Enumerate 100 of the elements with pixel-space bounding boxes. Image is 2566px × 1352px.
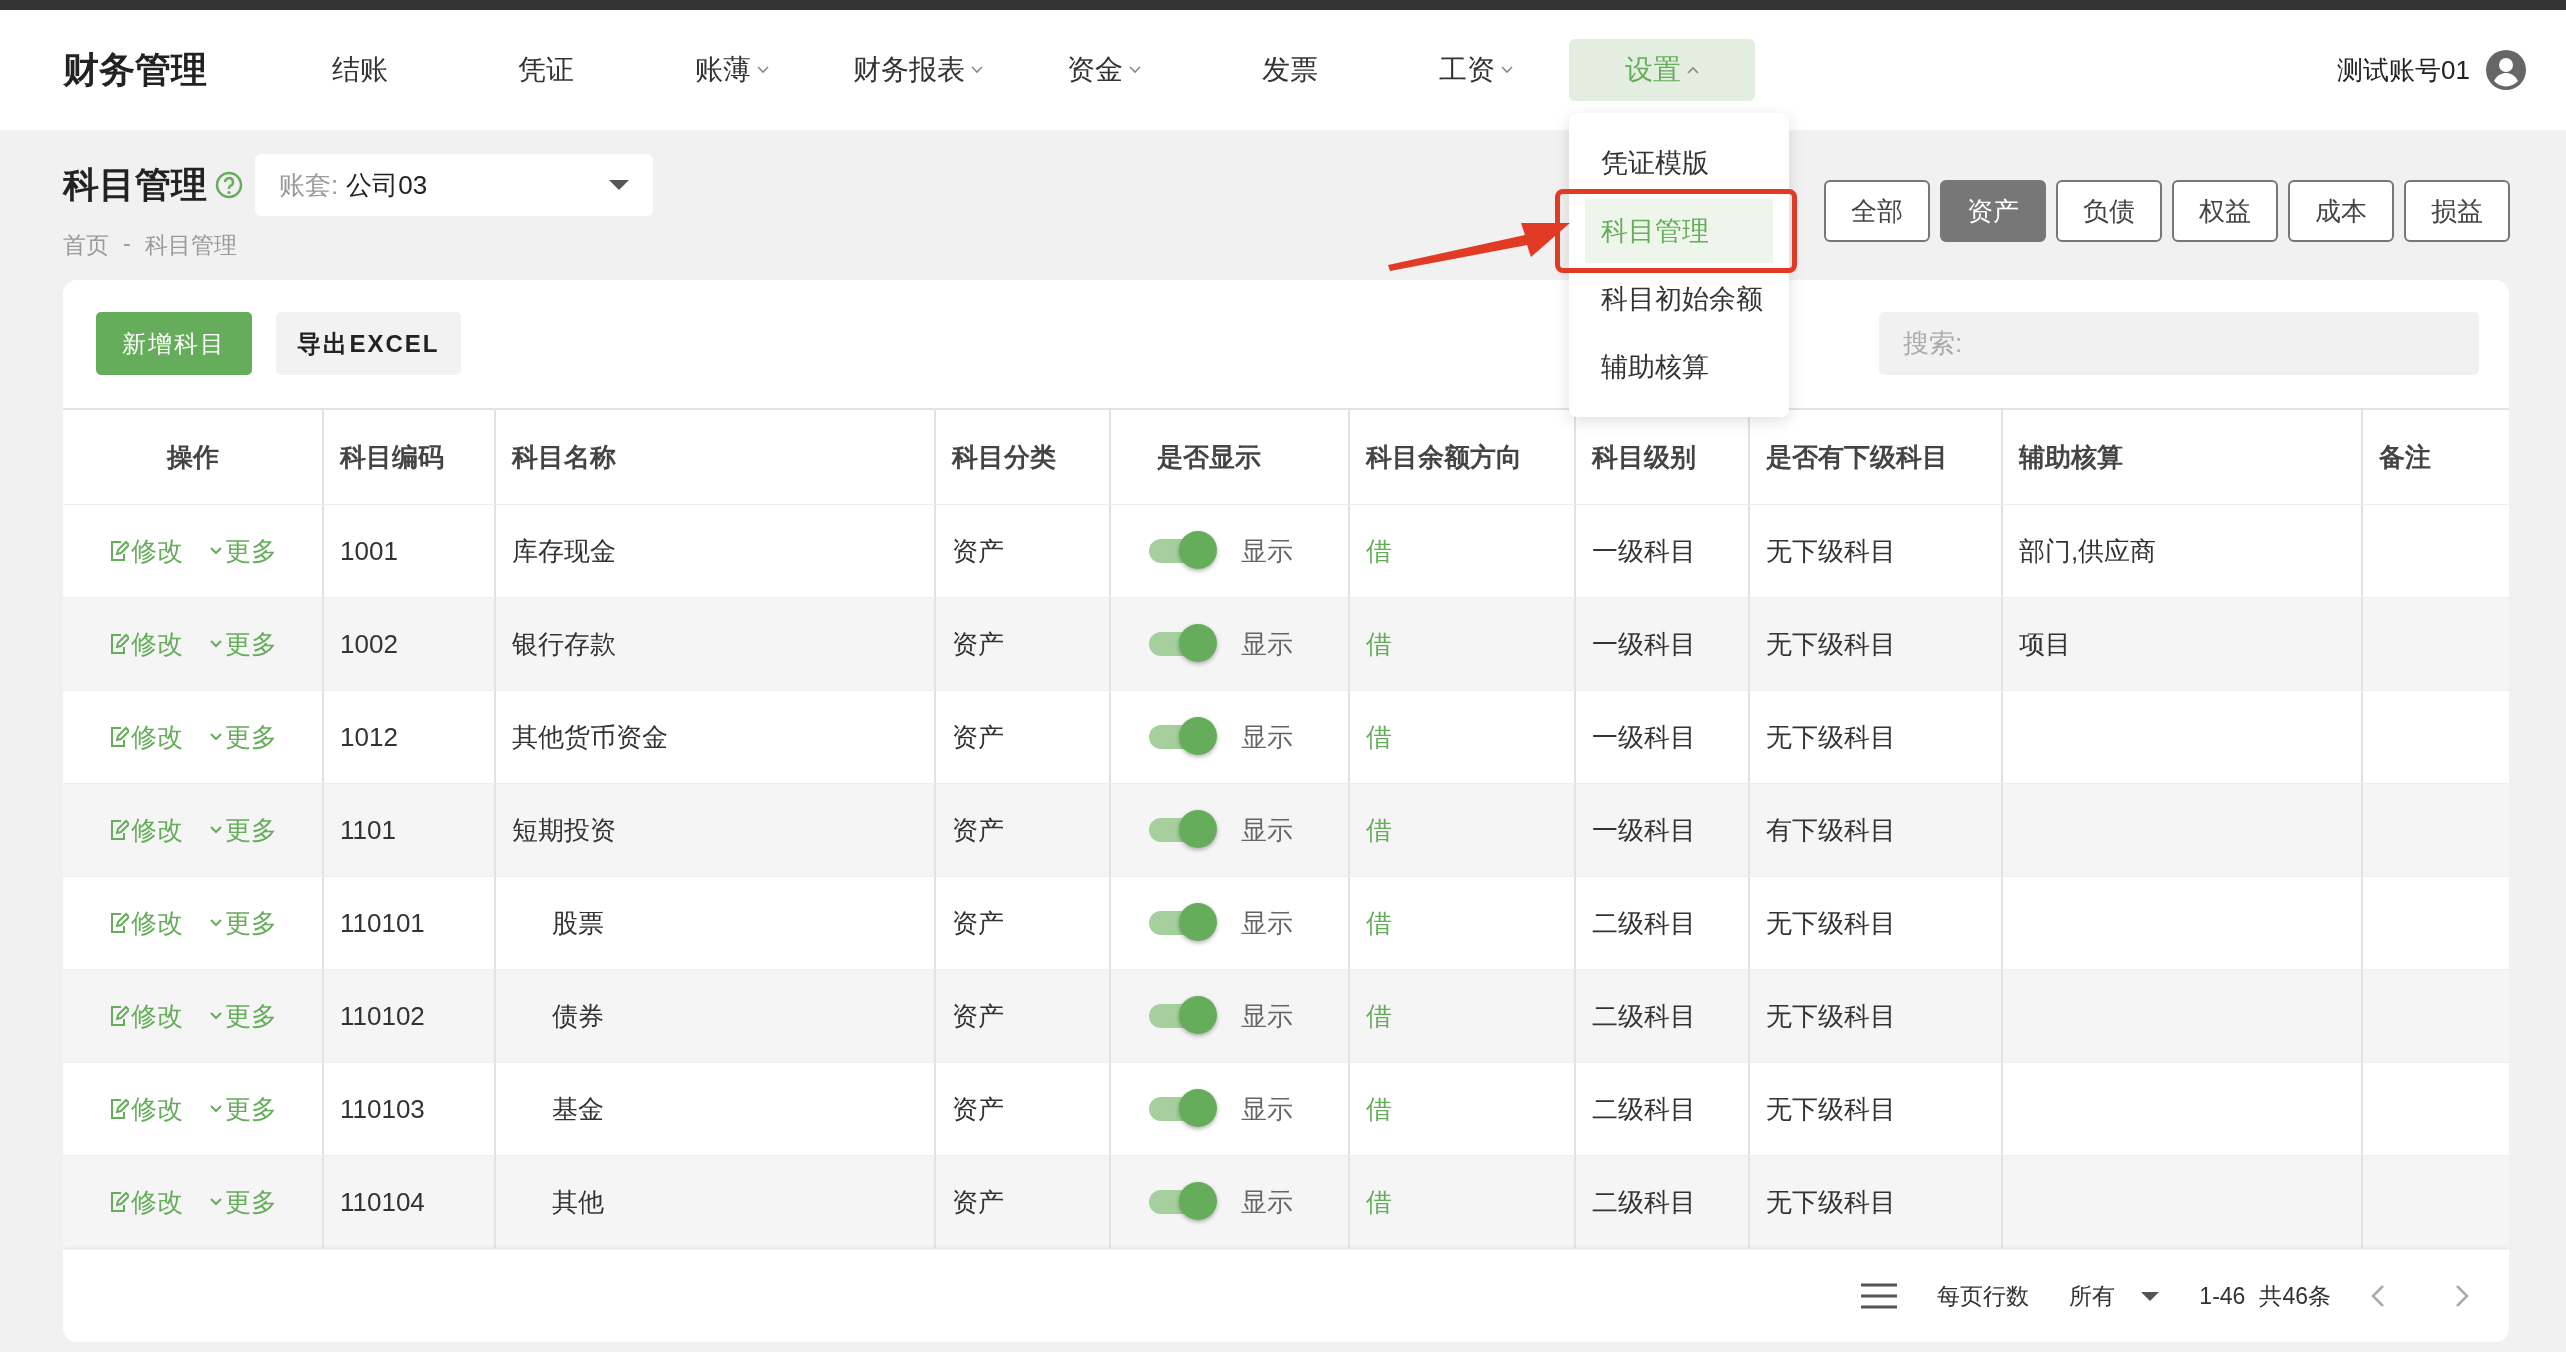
table-cell: 110103 xyxy=(340,1093,425,1125)
toggle-thumb[interactable] xyxy=(1179,1182,1217,1220)
table-cell-text: 借 xyxy=(1366,627,1392,661)
filter-button[interactable]: 全部 xyxy=(1824,180,1930,242)
table-cell-text: 股票 xyxy=(551,906,604,940)
nav-item[interactable]: 结账 xyxy=(267,39,453,101)
column-header: 辅助核算 xyxy=(2019,440,2123,474)
table-cell-text: 部门,供应商 xyxy=(2019,534,2157,568)
toggle-label: 显示 xyxy=(1241,813,1293,847)
table-cell-text: 无下级科目 xyxy=(1766,720,1896,754)
nav-item[interactable]: 发票 xyxy=(1197,39,1383,101)
column-header: 备注 xyxy=(2379,440,2431,474)
nav-item[interactable]: 账薄 xyxy=(639,39,825,101)
previous-page-icon[interactable] xyxy=(2371,1284,2385,1308)
toggle-label: 显示 xyxy=(1241,999,1293,1033)
column-header: 操作 xyxy=(166,440,219,474)
total-count: 共46条 xyxy=(2259,1281,2331,1311)
search-field[interactable]: 搜索: xyxy=(1879,312,2479,375)
edit-icon xyxy=(108,1005,129,1027)
filter-button[interactable]: 资产 xyxy=(1940,180,2046,242)
nav-item[interactable]: 资金 xyxy=(1011,39,1197,101)
table-cell-text: 无下级科目 xyxy=(1766,1092,1896,1126)
filter-button[interactable]: 损益 xyxy=(2404,180,2510,242)
toggle-label: 显示 xyxy=(1241,720,1293,754)
caret-icon xyxy=(2141,1291,2160,1301)
table-cell-text: 二级科目 xyxy=(1592,1185,1696,1219)
nav-item[interactable]: 财务报表 xyxy=(825,39,1011,101)
table-cell-text: 一级科目 xyxy=(1592,720,1696,754)
column-header: 是否显示 xyxy=(1157,440,1261,474)
edit-icon xyxy=(108,633,129,655)
table-cell-text: 借 xyxy=(1366,720,1392,754)
table-cell-text: 资产 xyxy=(952,813,1004,847)
nav-item[interactable]: 凭证 xyxy=(453,39,639,101)
menu-item[interactable]: 凭证模版 xyxy=(1585,131,1773,195)
table-cell-text: 资产 xyxy=(952,1185,1004,1219)
toggle-thumb[interactable] xyxy=(1179,624,1217,662)
menu-item[interactable]: 科目初始余额 xyxy=(1585,267,1773,331)
table-cell-text: 其他 xyxy=(551,1185,604,1219)
menu-item[interactable]: 辅助核算 xyxy=(1585,335,1773,399)
table-cell-text: 一级科目 xyxy=(1592,534,1696,568)
table-cell-text: 二级科目 xyxy=(1592,999,1696,1033)
toggle-thumb[interactable] xyxy=(1179,1089,1217,1127)
chevron-down-icon xyxy=(208,825,223,835)
edit-icon xyxy=(108,819,129,841)
ledger-select[interactable]: 账套: 公司03 xyxy=(255,154,653,216)
edit-icon xyxy=(108,540,129,562)
table-cell-text: 借 xyxy=(1366,1185,1392,1219)
edit-icon xyxy=(108,1098,129,1120)
toggle-thumb[interactable] xyxy=(1179,903,1217,941)
user-avatar-icon[interactable] xyxy=(2486,50,2526,90)
table-cell: 110101 xyxy=(340,907,425,939)
help-icon[interactable] xyxy=(215,171,243,199)
table-cell-text: 借 xyxy=(1366,906,1392,940)
user-name[interactable]: 测试账号01 xyxy=(2337,52,2470,88)
toggle-thumb[interactable] xyxy=(1179,996,1217,1034)
rows-per-page-label: 每页行数 xyxy=(1937,1281,2030,1311)
toggle-thumb[interactable] xyxy=(1179,810,1217,848)
edit-icon xyxy=(108,1191,129,1213)
table-cell-text: 短期投资 xyxy=(512,813,616,847)
table-cell-text: 无下级科目 xyxy=(1766,999,1896,1033)
column-header: 是否有下级科目 xyxy=(1766,440,1948,474)
table-cell-text: 无下级科目 xyxy=(1766,1185,1896,1219)
toggle-thumb[interactable] xyxy=(1179,531,1217,569)
table-cell-text: 一级科目 xyxy=(1592,813,1696,847)
nav-item[interactable]: 工资 xyxy=(1383,39,1569,101)
column-header: 科目编码 xyxy=(340,440,444,474)
table-cell: 1001 xyxy=(340,535,398,567)
column-header: 科目分类 xyxy=(952,440,1056,474)
toggle-label: 显示 xyxy=(1241,1185,1293,1219)
filter-button[interactable]: 负债 xyxy=(2056,180,2162,242)
column-header: 科目级别 xyxy=(1592,440,1696,474)
table-cell: 1002 xyxy=(340,628,398,660)
edit-icon xyxy=(108,726,129,748)
table-cell-text: 资产 xyxy=(952,627,1004,661)
table-cell-text: 项目 xyxy=(2019,627,2071,661)
table-cell-text: 债券 xyxy=(551,999,604,1033)
next-page-icon[interactable] xyxy=(2455,1284,2469,1308)
chevron-down-icon xyxy=(208,1104,223,1114)
table-cell-text: 资产 xyxy=(952,906,1004,940)
filter-button[interactable]: 成本 xyxy=(2288,180,2394,242)
app-title: 财务管理 xyxy=(63,47,208,92)
table-cell-text: 其他货币资金 xyxy=(512,720,668,754)
menu-icon[interactable] xyxy=(1861,1283,1898,1309)
table-cell: 110104 xyxy=(340,1186,425,1218)
table-cell-text: 无下级科目 xyxy=(1766,627,1896,661)
chevron-down-icon xyxy=(208,918,223,928)
table-cell-text: 资产 xyxy=(952,1092,1004,1126)
toggle-thumb[interactable] xyxy=(1179,717,1217,755)
table-cell-text: 无下级科目 xyxy=(1766,906,1896,940)
rows-per-page-select[interactable]: 所有 xyxy=(2069,1280,2160,1312)
table-cell-text: 二级科目 xyxy=(1592,1092,1696,1126)
chevron-down-icon xyxy=(208,1197,223,1207)
toggle-label: 显示 xyxy=(1241,906,1293,940)
chevron-down-icon xyxy=(208,732,223,742)
table-cell: 1012 xyxy=(340,721,398,753)
edit-icon xyxy=(108,912,129,934)
export-button[interactable]: 导出EXCEL xyxy=(276,312,461,375)
filter-button[interactable]: 权益 xyxy=(2172,180,2278,242)
toggle-label: 显示 xyxy=(1241,534,1293,568)
chevron-down-icon xyxy=(208,546,223,556)
